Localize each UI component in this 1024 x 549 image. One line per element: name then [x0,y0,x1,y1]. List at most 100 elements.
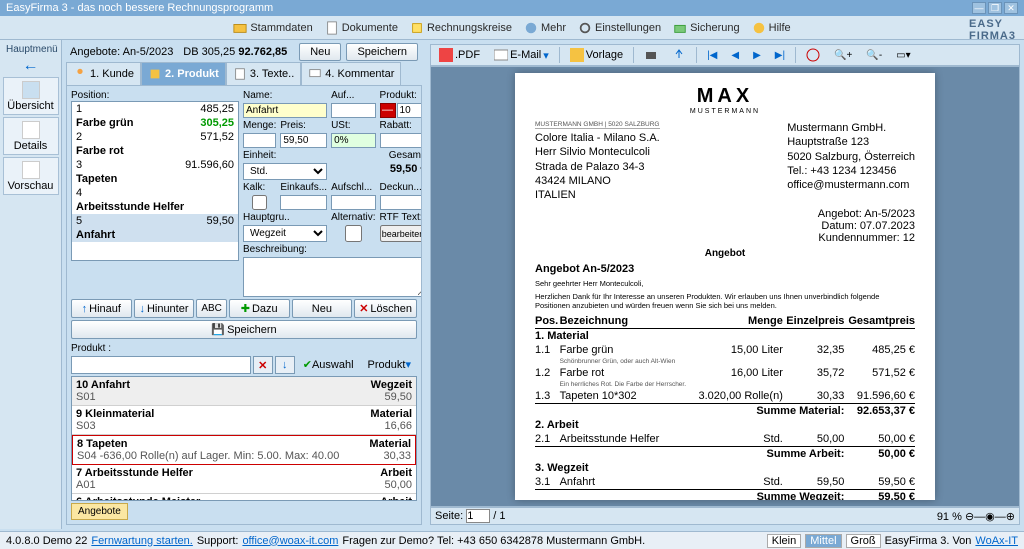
product-row[interactable]: 10 AnfahrtWegzeitS0159,50 [72,377,416,406]
loeschen-button[interactable]: ✕Löschen [354,299,417,318]
position-row[interactable]: Tapeten [72,172,238,186]
first-page-button[interactable]: |◀ [703,49,721,62]
menu-einstellungen[interactable]: Einstellungen [578,21,661,35]
page-input[interactable] [466,509,490,523]
woax-link[interactable]: WoAx-IT [975,535,1018,547]
einheit-select[interactable]: Std. [243,163,327,180]
menu-mehr[interactable]: Mehr [524,21,566,35]
statusbar: 4.0.8.0 Demo 22 Fernwartung starten. Sup… [0,531,1024,549]
next-page-button[interactable]: ▶ [749,49,765,62]
pos-speichern-button[interactable]: 💾Speichern [71,320,417,339]
position-row[interactable]: 559,50 [72,214,238,228]
print-button[interactable] [640,47,662,63]
position-buttons: ↑Hinauf ↓Hinunter ABC ✚Dazu Neu ✕Löschen… [71,297,417,341]
position-row[interactable]: Farbe grün305,25 [72,116,238,130]
export-button[interactable] [668,47,690,63]
compass-button[interactable] [802,47,824,63]
tab-produkt[interactable]: 2. Produkt [141,62,226,85]
tab-kunde[interactable]: 1. Kunde [66,62,141,85]
beschreibung-input[interactable] [243,257,422,297]
tab-texte[interactable]: 3. Texte.. [226,62,301,85]
deckun-input[interactable] [380,195,422,210]
folder-icon [233,21,247,35]
zoom-plus[interactable]: ⊕ [1006,511,1015,523]
position-row[interactable]: Anfahrt [72,228,238,242]
zoom-slider[interactable]: ◉ [985,511,995,523]
aufschl-input[interactable] [331,195,375,210]
nav-vorschau[interactable]: Vorschau [3,157,59,195]
bottom-tag[interactable]: Angebote [71,503,128,520]
clear-search-button[interactable]: ✕ [253,356,273,374]
alternativ-check[interactable] [331,225,375,242]
nav-uebersicht[interactable]: Übersicht [3,77,59,115]
auf-input[interactable] [331,103,375,118]
size-klein[interactable]: Klein [767,534,801,548]
prev-page-button[interactable]: ◀ [727,49,743,62]
vorlage-button[interactable]: Vorlage [566,47,627,63]
auswahl-button[interactable]: ✔Auswahl [297,356,360,374]
menu-dokumente[interactable]: Dokumente [325,21,398,35]
fernwartung-link[interactable]: Fernwartung starten. [91,535,193,547]
offer-id: Angebote: An-5/2023 [70,46,173,58]
product-row[interactable]: 6 Arbeitsstunde MeisterArbeitA0274,99 [72,494,416,501]
menu-rechnungskreise[interactable]: Rechnungskreise [410,21,512,35]
hinauf-button[interactable]: ↑Hinauf [71,299,132,318]
product-row[interactable]: 8 TapetenMaterialS04 -636,00 Rolle(n) au… [72,435,416,465]
product-row[interactable]: 7 Arbeitsstunde HelferArbeitA0150,00 [72,465,416,494]
position-row[interactable]: 2571,52 [72,130,238,144]
speichern-button[interactable]: Speichern [346,43,418,61]
produkt-search[interactable] [71,356,251,374]
product-form: Name: Auf... Produkt: — Menge:Preis:USt:… [243,90,422,297]
pos-neu-button[interactable]: Neu [292,299,353,318]
produkt-button[interactable]: Produkt▾ [362,356,417,374]
position-row[interactable]: 1485,25 [72,102,238,116]
tab-kommentar[interactable]: 4. Kommentar [301,62,401,85]
position-row[interactable]: Arbeitsstunde Helfer [72,200,238,214]
kalk-check[interactable] [243,195,276,210]
neu-button[interactable]: Neu [299,43,341,61]
prod-no-input[interactable] [397,103,422,118]
rabatt-input[interactable] [380,133,422,148]
bearbeiten-button[interactable]: bearbeiten [380,225,422,242]
support-email[interactable]: office@woax-it.com [242,535,338,547]
backup-icon [673,21,687,35]
position-list[interactable]: 1485,25Farbe grün305,252571,52Farbe rot3… [71,101,239,261]
product-row[interactable]: 9 KleinmaterialMaterialS0316,66 [72,406,416,435]
size-gross[interactable]: Groß [846,534,881,548]
dazu-button[interactable]: ✚Dazu [229,299,290,318]
einkaufs-input[interactable] [280,195,327,210]
preview-viewport[interactable]: MAXMUSTERMANN MUSTERMANN GMBH | 5020 SAL… [430,66,1020,507]
product-list[interactable]: 10 AnfahrtWegzeitS0159,509 Kleinmaterial… [71,376,417,501]
grid-icon [22,81,40,99]
name-input[interactable] [243,103,327,118]
back-button[interactable]: ← [2,57,59,75]
size-mittel[interactable]: Mittel [805,534,841,548]
minimize-button[interactable]: — [972,2,986,14]
zoom-out-button[interactable]: 🔍- [862,49,886,62]
search-down-button[interactable]: ↓ [275,356,295,374]
position-row[interactable]: 391.596,60 [72,158,238,172]
ust-input[interactable] [331,133,375,148]
email-button[interactable]: E-Mail▾ [490,47,553,63]
menu-stammdaten[interactable]: Stammdaten [233,21,312,35]
position-row[interactable]: Farbe rot [72,144,238,158]
preis-input[interactable] [280,133,327,148]
last-page-button[interactable]: ▶| [771,49,789,62]
pdf-button[interactable]: .PDF [435,47,484,63]
remove-prod-button[interactable]: — [380,103,396,118]
nav-details[interactable]: Details [3,117,59,155]
menu-hilfe[interactable]: Hilfe [752,21,791,35]
preview-panel: .PDF E-Mail▾ Vorlage |◀ ◀ ▶ ▶| 🔍+ 🔍- ▭▾ … [426,40,1024,529]
close-button[interactable]: ✕ [1004,2,1018,14]
hauptgru-select[interactable]: Wegzeit [243,225,327,242]
maximize-button[interactable]: ❐ [988,2,1002,14]
menu-sicherung[interactable]: Sicherung [673,21,740,35]
hinunter-button[interactable]: ↓Hinunter [134,299,195,318]
abc-button[interactable]: ABC [196,299,227,318]
logo: EASYFIRMA3 [969,18,1016,42]
zoom-minus[interactable]: ⊖ [965,511,974,523]
position-row[interactable]: 4 [72,186,238,200]
layout-button[interactable]: ▭▾ [892,49,914,62]
menge-input[interactable] [243,133,276,148]
zoom-in-button[interactable]: 🔍+ [830,49,856,62]
